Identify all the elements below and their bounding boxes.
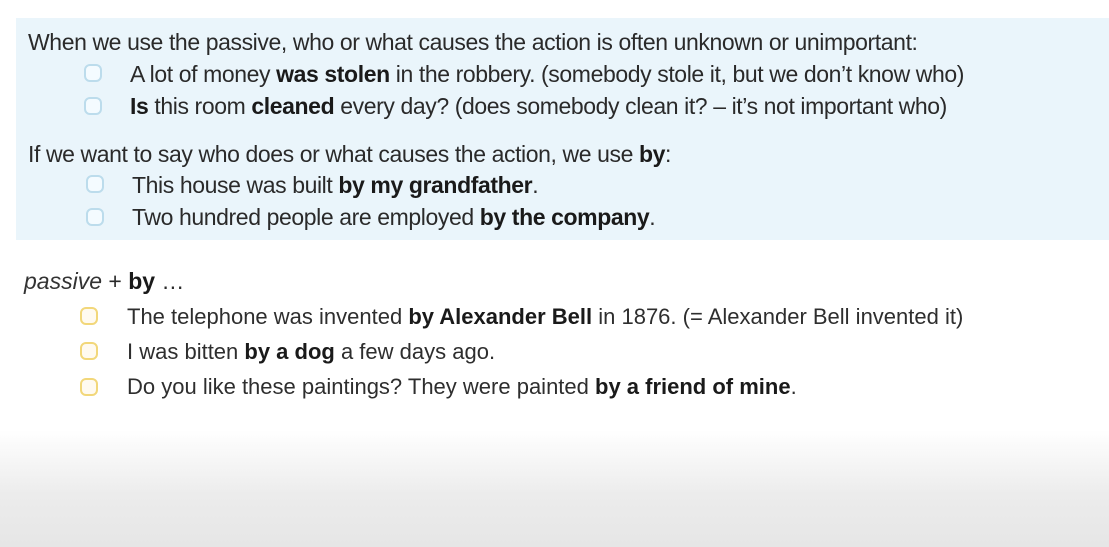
example-house-built: This house was built by my grandfather. bbox=[132, 172, 539, 198]
intro-use-by: If we want to say who does or what cause… bbox=[28, 141, 672, 167]
bullet-checkbox-icon bbox=[84, 97, 102, 115]
bullet-checkbox-icon bbox=[84, 64, 102, 82]
example-room-cleaned: Is this room cleaned every day? (does so… bbox=[130, 93, 947, 119]
example-telephone-invented: The telephone was invented by Alexander … bbox=[127, 304, 964, 329]
bottom-fade bbox=[0, 430, 1109, 547]
example-bitten-by-dog: I was bitten by a dog a few days ago. bbox=[127, 339, 496, 364]
heading-passive-by: passive + by … bbox=[24, 268, 185, 294]
bullet-checkbox-icon bbox=[86, 208, 104, 226]
example-people-employed: Two hundred people are employed by the c… bbox=[132, 204, 656, 230]
intro-unknown-agent: When we use the passive, who or what cau… bbox=[28, 29, 918, 55]
example-money-stolen: A lot of money was stolen in the robbery… bbox=[130, 61, 965, 87]
example-paintings-friend: Do you like these paintings? They were p… bbox=[127, 374, 797, 399]
bullet-checkbox-icon bbox=[80, 378, 98, 396]
bullet-checkbox-icon bbox=[86, 175, 104, 193]
bullet-checkbox-icon bbox=[80, 307, 98, 325]
bullet-checkbox-icon bbox=[80, 342, 98, 360]
